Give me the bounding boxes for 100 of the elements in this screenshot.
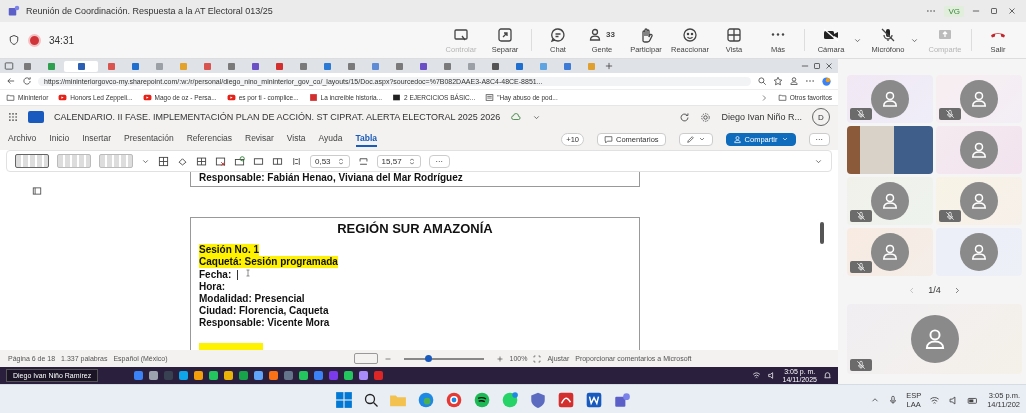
participant-tile[interactable]: [847, 304, 1022, 374]
person-icon: [880, 89, 900, 109]
hang-up-icon: [990, 31, 1006, 38]
meeting-timer: 34:31: [49, 34, 75, 46]
shield-icon[interactable]: [529, 391, 547, 409]
tab-actions-icon[interactable]: [4, 61, 14, 71]
close-icon[interactable]: [824, 61, 834, 71]
wifi-icon: [752, 371, 762, 380]
row-height-icon[interactable]: [291, 155, 302, 167]
add-column-icon[interactable]: [234, 155, 245, 167]
back-icon[interactable]: [6, 76, 16, 86]
browser-icon[interactable]: [417, 391, 435, 409]
caret-icon[interactable]: [910, 36, 919, 45]
ribbon-tab[interactable]: Ayuda: [318, 131, 343, 147]
insert-row-icon[interactable]: [196, 155, 207, 167]
play-icon: [142, 93, 152, 102]
windows-icon[interactable]: [335, 391, 353, 409]
participant-count: 33: [606, 30, 615, 39]
pdf-icon[interactable]: [557, 391, 575, 409]
caret-icon[interactable]: [853, 36, 862, 45]
account-name[interactable]: Diego Ivan Niño R...: [721, 112, 802, 122]
person-icon: [969, 191, 989, 211]
borders-icon[interactable]: [158, 155, 169, 167]
word-icon[interactable]: [585, 391, 603, 409]
delete-table-icon[interactable]: [215, 155, 226, 167]
ribbon-tab[interactable]: Archivo: [8, 131, 37, 147]
pop-out-icon: [497, 26, 513, 43]
participant-tile[interactable]: [936, 228, 1022, 276]
microphone-off-icon: [856, 109, 866, 119]
table-style-swatch[interactable]: [15, 154, 49, 168]
ribbon-tab[interactable]: Presentación: [124, 131, 174, 147]
microphone-off-icon: [856, 262, 866, 272]
team-app-icon[interactable]: [613, 391, 631, 409]
pencil-icon: [685, 134, 695, 144]
profile-icon[interactable]: [789, 76, 799, 86]
user-initials-avatar[interactable]: VG: [944, 5, 964, 17]
cell-height-field[interactable]: 0,53: [310, 154, 350, 168]
chat-bubble-icon[interactable]: [501, 391, 519, 409]
document-text: Modalidad: Presencial: [199, 293, 305, 304]
scrollbar-thumb[interactable]: [820, 222, 824, 244]
ribbon-tab[interactable]: Insertar: [82, 131, 111, 147]
restore-icon[interactable]: [812, 61, 822, 71]
star-icon[interactable]: [773, 76, 783, 86]
document-text: Hora:: [199, 281, 226, 292]
ribbon-tab[interactable]: Revisar: [245, 131, 274, 147]
split-cells-icon[interactable]: [272, 155, 283, 167]
new-tab-icon[interactable]: [604, 61, 614, 71]
participant-tile[interactable]: [847, 177, 933, 225]
spinner-icon: [407, 156, 416, 166]
ribbon-tab[interactable]: Tabla: [355, 131, 378, 147]
music-app-icon[interactable]: [473, 391, 491, 409]
microphone-icon[interactable]: [888, 395, 899, 405]
document-text: Caquetá: Sesión programada: [199, 256, 338, 268]
zoom-slider[interactable]: [403, 357, 484, 360]
zoom-icon[interactable]: [757, 76, 767, 86]
view-mode-button[interactable]: [353, 353, 378, 364]
participant-tile[interactable]: [936, 177, 1022, 225]
folder-icon: [777, 93, 787, 102]
document-text: Fecha:: [199, 269, 232, 280]
column-width-icon[interactable]: [357, 155, 369, 167]
grid-view-icon: [726, 26, 742, 43]
participant-tile[interactable]: [847, 228, 933, 276]
ribbon-tab[interactable]: Vista: [286, 131, 306, 147]
settings-icon[interactable]: [700, 111, 712, 123]
participant-tile[interactable]: [847, 75, 933, 123]
cloud-saved-icon: [510, 112, 523, 122]
navigation-pane-icon[interactable]: [32, 186, 42, 196]
document-title[interactable]: CALENDARIO. II FASE. IMPLEMENTACIÓN PLAN DE ACCIÓN. ST CIPRAT. ALERTA ELECTORAL 2025 2026: [54, 112, 501, 122]
table-style-swatch[interactable]: [99, 154, 133, 168]
participant-tile[interactable]: [936, 126, 1022, 174]
page-icon: [308, 93, 318, 102]
editing-mode-button[interactable]: [678, 132, 713, 146]
more-icon: [770, 32, 786, 37]
restore-icon[interactable]: [988, 6, 1000, 16]
ribbon-tab[interactable]: Inicio: [49, 131, 70, 147]
folder-icon: [6, 93, 15, 102]
wifi-icon[interactable]: [929, 394, 941, 406]
merge-cells-icon[interactable]: [253, 155, 264, 167]
zoom-thumb[interactable]: [424, 354, 432, 362]
zoom-in-icon[interactable]: [495, 354, 504, 363]
video-placeholder[interactable]: [847, 126, 933, 174]
browser-icon[interactable]: [445, 391, 463, 409]
document-text: Responsable: Fabián Henao, Viviana del Mar Rodríguez: [199, 172, 464, 184]
document-text: Ciudad: Florencia, Caqueta: [199, 305, 329, 316]
ribbon-tab[interactable]: Referencias: [186, 131, 232, 147]
spinner-icon: [336, 156, 345, 166]
participant-tile[interactable]: [936, 75, 1022, 123]
copilot-icon[interactable]: [821, 75, 832, 87]
search-icon[interactable]: [363, 392, 379, 408]
cell-width-field[interactable]: 15,57: [376, 154, 421, 168]
browser-tab[interactable]: [64, 60, 98, 72]
refresh-icon[interactable]: [22, 76, 32, 86]
sync-icon[interactable]: [679, 111, 691, 123]
camera-off-icon: [823, 26, 839, 43]
fit-icon[interactable]: [533, 354, 542, 363]
app-launcher-icon[interactable]: [8, 112, 18, 122]
document-text: Responsable: Vicente Mora: [199, 317, 330, 328]
close-icon[interactable]: [1006, 6, 1018, 16]
table-style-swatch[interactable]: [57, 154, 91, 168]
teams-logo-icon: [8, 5, 20, 17]
